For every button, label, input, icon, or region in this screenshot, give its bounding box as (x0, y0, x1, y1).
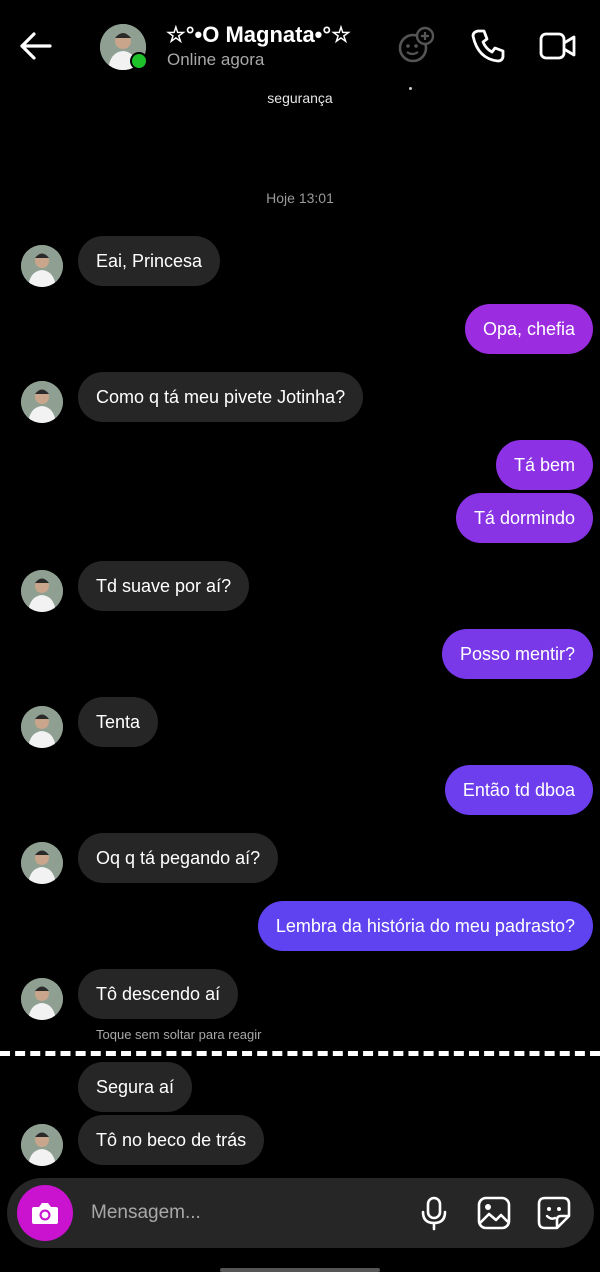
message-bubble-outgoing[interactable]: Lembra da história do meu padrasto? (257, 901, 593, 951)
phone-call-icon[interactable] (468, 26, 508, 66)
sticker-icon[interactable] (535, 1194, 573, 1232)
message-bubble-incoming[interactable]: Eai, Princesa (78, 236, 221, 286)
decorative-dot (409, 87, 412, 90)
camera-button[interactable] (17, 1185, 73, 1241)
microphone-icon[interactable] (415, 1194, 453, 1232)
message-bubble-incoming[interactable]: Tô no beco de trás (78, 1115, 265, 1165)
sender-avatar[interactable] (21, 706, 63, 748)
message-bubble-outgoing[interactable]: Tá bem (495, 440, 593, 490)
contact-name[interactable]: ☆°•O Magnata•°☆ (166, 22, 351, 48)
react-hint: Toque sem soltar para reagir (96, 1027, 262, 1042)
camera-icon (32, 1203, 58, 1224)
vanish-mode-icon[interactable] (396, 26, 436, 66)
sender-avatar[interactable] (21, 842, 63, 884)
message-bubble-outgoing[interactable]: Opa, chefia (464, 304, 593, 354)
message-input[interactable]: Mensagem... (91, 1178, 201, 1248)
message-bubble-incoming[interactable]: Td suave por aí? (78, 561, 250, 611)
sender-avatar[interactable] (21, 245, 63, 287)
chat-timestamp: Hoje 13:01 (266, 190, 334, 206)
sender-avatar[interactable] (21, 570, 63, 612)
avatar-image (21, 1124, 63, 1166)
message-bubble-incoming[interactable]: Segura aí (78, 1062, 193, 1112)
avatar-image (21, 245, 63, 287)
avatar-image (21, 842, 63, 884)
contact-status: Online agora (167, 50, 265, 69)
avatar-image (21, 978, 63, 1020)
online-indicator (130, 52, 148, 70)
home-indicator (220, 1268, 380, 1272)
video-call-icon[interactable] (538, 26, 578, 66)
security-banner: segurança (267, 90, 333, 106)
message-bubble-incoming[interactable]: Tenta (78, 697, 159, 747)
sender-avatar[interactable] (21, 978, 63, 1020)
message-composer: Mensagem... (7, 1178, 594, 1248)
message-bubble-incoming[interactable]: Oq q tá pegando aí? (78, 833, 279, 883)
message-bubble-outgoing[interactable]: Tá dormindo (455, 493, 593, 543)
gallery-icon[interactable] (475, 1194, 513, 1232)
screenshot-divider (0, 1051, 600, 1056)
message-bubble-outgoing[interactable]: Posso mentir? (441, 629, 593, 679)
message-bubble-outgoing[interactable]: Então td dboa (444, 765, 593, 815)
back-arrow-icon[interactable] (14, 26, 58, 66)
avatar-image (21, 381, 63, 423)
chat-header: ☆°•O Magnata•°☆ Online agora (0, 0, 600, 90)
message-bubble-incoming[interactable]: Tô descendo aí (78, 969, 239, 1019)
sender-avatar[interactable] (21, 381, 63, 423)
avatar-image (21, 570, 63, 612)
sender-avatar[interactable] (21, 1124, 63, 1166)
message-bubble-incoming[interactable]: Como q tá meu pivete Jotinha? (78, 372, 364, 422)
avatar-image (21, 706, 63, 748)
